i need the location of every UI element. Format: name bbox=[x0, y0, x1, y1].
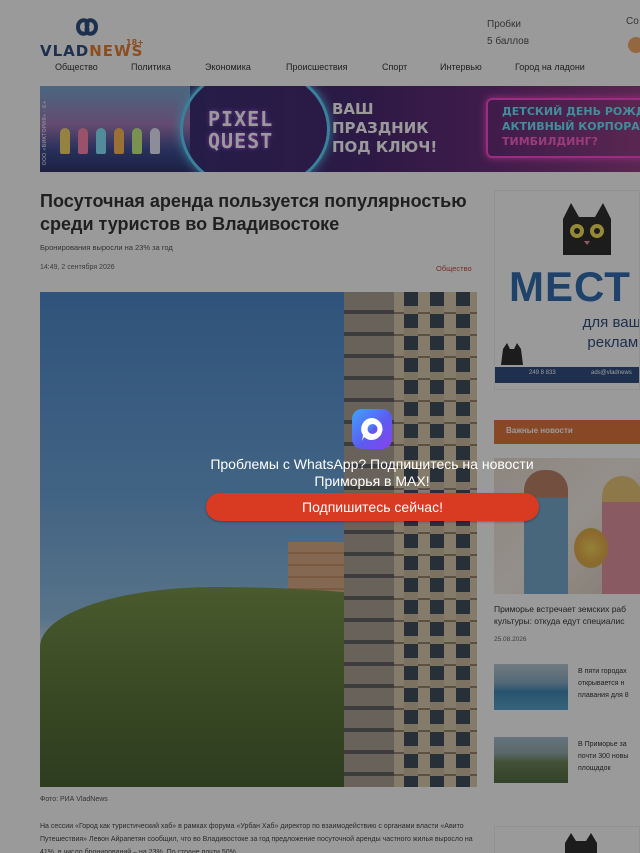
subscribe-button[interactable]: Подпишитесь сейчас! bbox=[206, 493, 539, 521]
modal-backdrop[interactable] bbox=[0, 0, 640, 853]
modal-message: Проблемы с WhatsApp? Подпишитесь на ново… bbox=[210, 456, 534, 489]
max-app-icon bbox=[352, 409, 392, 449]
page: VLADNEWS 18+ Пробки 5 баллов Со Общество… bbox=[0, 0, 640, 853]
